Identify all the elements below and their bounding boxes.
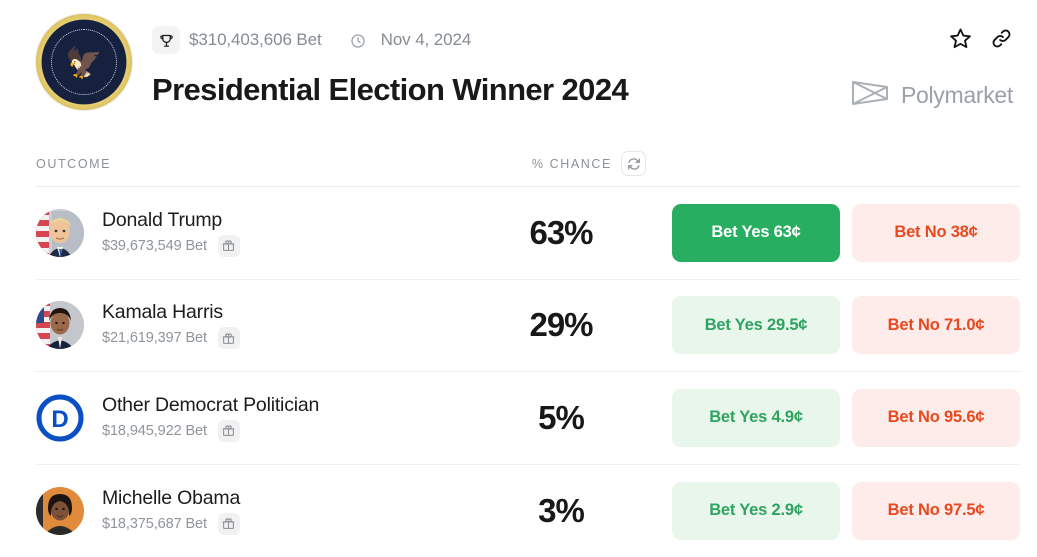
outcome-cell: Michelle Obama $18,375,687 Bet: [36, 486, 466, 535]
refresh-icon[interactable]: [621, 151, 646, 176]
bet-yes-button[interactable]: Bet Yes 29.5¢: [672, 296, 840, 355]
outcome-text: Michelle Obama $18,375,687 Bet: [102, 487, 240, 535]
outcome-name: Kamala Harris: [102, 301, 223, 324]
outcome-sub: $21,619,397 Bet: [102, 327, 240, 350]
svg-text:D: D: [51, 406, 68, 433]
outcome-volume: $21,619,397 Bet: [102, 330, 207, 347]
bet-no-button[interactable]: Bet No 71.0¢: [852, 296, 1020, 355]
outcome-name: Michelle Obama: [102, 486, 241, 509]
michelle-obama-avatar: [36, 486, 84, 535]
outcome-sub: $39,673,549 Bet: [102, 234, 240, 257]
outcome-sub: $18,375,687 Bet: [102, 512, 240, 535]
chance-value: 3%: [538, 491, 585, 529]
bet-no-button[interactable]: Bet No 38¢: [852, 203, 1020, 262]
outcome-sub: $18,945,922 Bet: [102, 419, 319, 442]
donald-trump-avatar: [36, 208, 84, 257]
table-row[interactable]: Kamala Harris $21,619,397 Bet 29% Bet Yes 2…: [36, 280, 1020, 372]
outcome-volume: $18,945,922 Bet: [102, 422, 207, 439]
outcome-cell: D Other Democrat Politician $18,945,922 Be…: [36, 393, 466, 442]
seal-eagle-glyph: 🦅: [65, 46, 103, 80]
outcomes-table: OUTCOME % CHANCE Donald Trump $39,673,549…: [36, 141, 1020, 557]
market-volume: $310,403,606 Bet: [189, 30, 322, 49]
democratic-party-logo-avatar: D: [36, 393, 84, 442]
outcome-cell: Donald Trump $39,673,549 Bet: [36, 208, 466, 257]
column-header-chance-group: % CHANCE: [446, 151, 646, 176]
table-row[interactable]: Donald Trump $39,673,549 Bet 63% Bet Yes 63…: [36, 187, 1020, 280]
market-page: 🦅 $310,403,606 Bet Nov 4, 2024 President: [0, 0, 1037, 557]
outcome-name: Other Democrat Politician: [102, 393, 320, 416]
table-body: Donald Trump $39,673,549 Bet 63% Bet Yes 63…: [36, 187, 1020, 557]
table-row[interactable]: Michelle Obama $18,375,687 Bet 3% Bet Yes 2…: [36, 465, 1020, 557]
bet-no-button[interactable]: Bet No 97.5¢: [852, 481, 1020, 540]
outcome-volume: $39,673,549 Bet: [102, 237, 207, 254]
bet-no-button[interactable]: Bet No 95.6¢: [852, 388, 1020, 447]
outcome-volume: $18,375,687 Bet: [102, 515, 207, 532]
bet-actions: Bet Yes 2.9¢ Bet No 97.5¢: [672, 481, 1020, 540]
bet-actions: Bet Yes 4.9¢ Bet No 95.6¢: [672, 388, 1020, 447]
column-header-chance: % CHANCE: [531, 156, 612, 171]
polymarket-logo-icon: [850, 76, 890, 115]
chance-value: 5%: [538, 398, 585, 436]
table-row[interactable]: D Other Democrat Politician $18,945,922 Be…: [36, 372, 1020, 465]
gift-icon[interactable]: [217, 327, 240, 350]
presidential-seal-icon: 🦅: [36, 14, 132, 110]
bet-yes-button[interactable]: Bet Yes 2.9¢: [672, 481, 840, 540]
bet-yes-button[interactable]: Bet Yes 63¢: [672, 203, 840, 262]
link-icon[interactable]: [990, 27, 1013, 50]
outcome-name: Donald Trump: [102, 208, 223, 231]
chance-value: 29%: [529, 306, 593, 344]
gift-icon[interactable]: [217, 234, 240, 257]
header-actions: [949, 27, 1013, 50]
table-column-headers: OUTCOME % CHANCE: [36, 141, 1020, 187]
clock-icon: [350, 33, 366, 49]
gift-icon[interactable]: [217, 512, 240, 535]
outcome-text: Other Democrat Politician $18,945,922 Bet: [102, 394, 319, 442]
outcome-text: Donald Trump $39,673,549 Bet: [102, 209, 240, 257]
outcome-text: Kamala Harris $21,619,397 Bet: [102, 301, 240, 350]
bet-yes-button[interactable]: Bet Yes 4.9¢: [672, 388, 840, 447]
market-meta: $310,403,606 Bet Nov 4, 2024: [152, 26, 471, 54]
market-date: Nov 4, 2024: [380, 30, 472, 49]
chance-value: 63%: [529, 213, 593, 251]
market-header: 🦅 $310,403,606 Bet Nov 4, 2024 President: [0, 0, 1037, 140]
brand-name: Polymarket: [900, 82, 1013, 108]
trophy-icon: [152, 26, 180, 54]
kamala-harris-avatar: [36, 301, 84, 350]
outcome-cell: Kamala Harris $21,619,397 Bet: [36, 301, 466, 350]
brand[interactable]: Polymarket: [850, 76, 1013, 115]
bet-actions: Bet Yes 29.5¢ Bet No 71.0¢: [672, 296, 1020, 355]
page-title: Presidential Election Winner 2024: [152, 72, 629, 107]
bet-actions: Bet Yes 63¢ Bet No 38¢: [672, 203, 1020, 262]
star-icon[interactable]: [949, 27, 972, 50]
column-header-outcome: OUTCOME: [36, 156, 112, 171]
gift-icon[interactable]: [217, 419, 240, 442]
